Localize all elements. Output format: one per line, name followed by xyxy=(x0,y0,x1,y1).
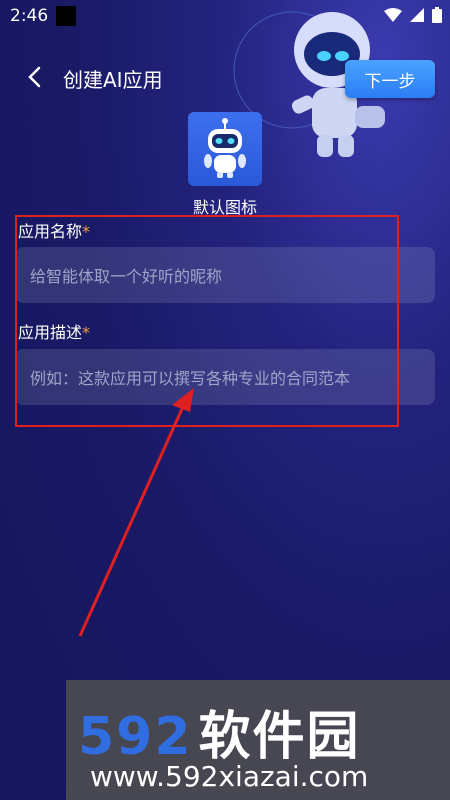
watermark-number: 592 xyxy=(78,707,193,767)
watermark-name: 软件园 xyxy=(198,707,361,767)
watermark-url: www.592xiazai.com xyxy=(90,760,369,793)
watermark: 592 软件园 www.592xiazai.com xyxy=(66,680,450,800)
watermark-logo: 592 软件园 xyxy=(78,694,361,769)
